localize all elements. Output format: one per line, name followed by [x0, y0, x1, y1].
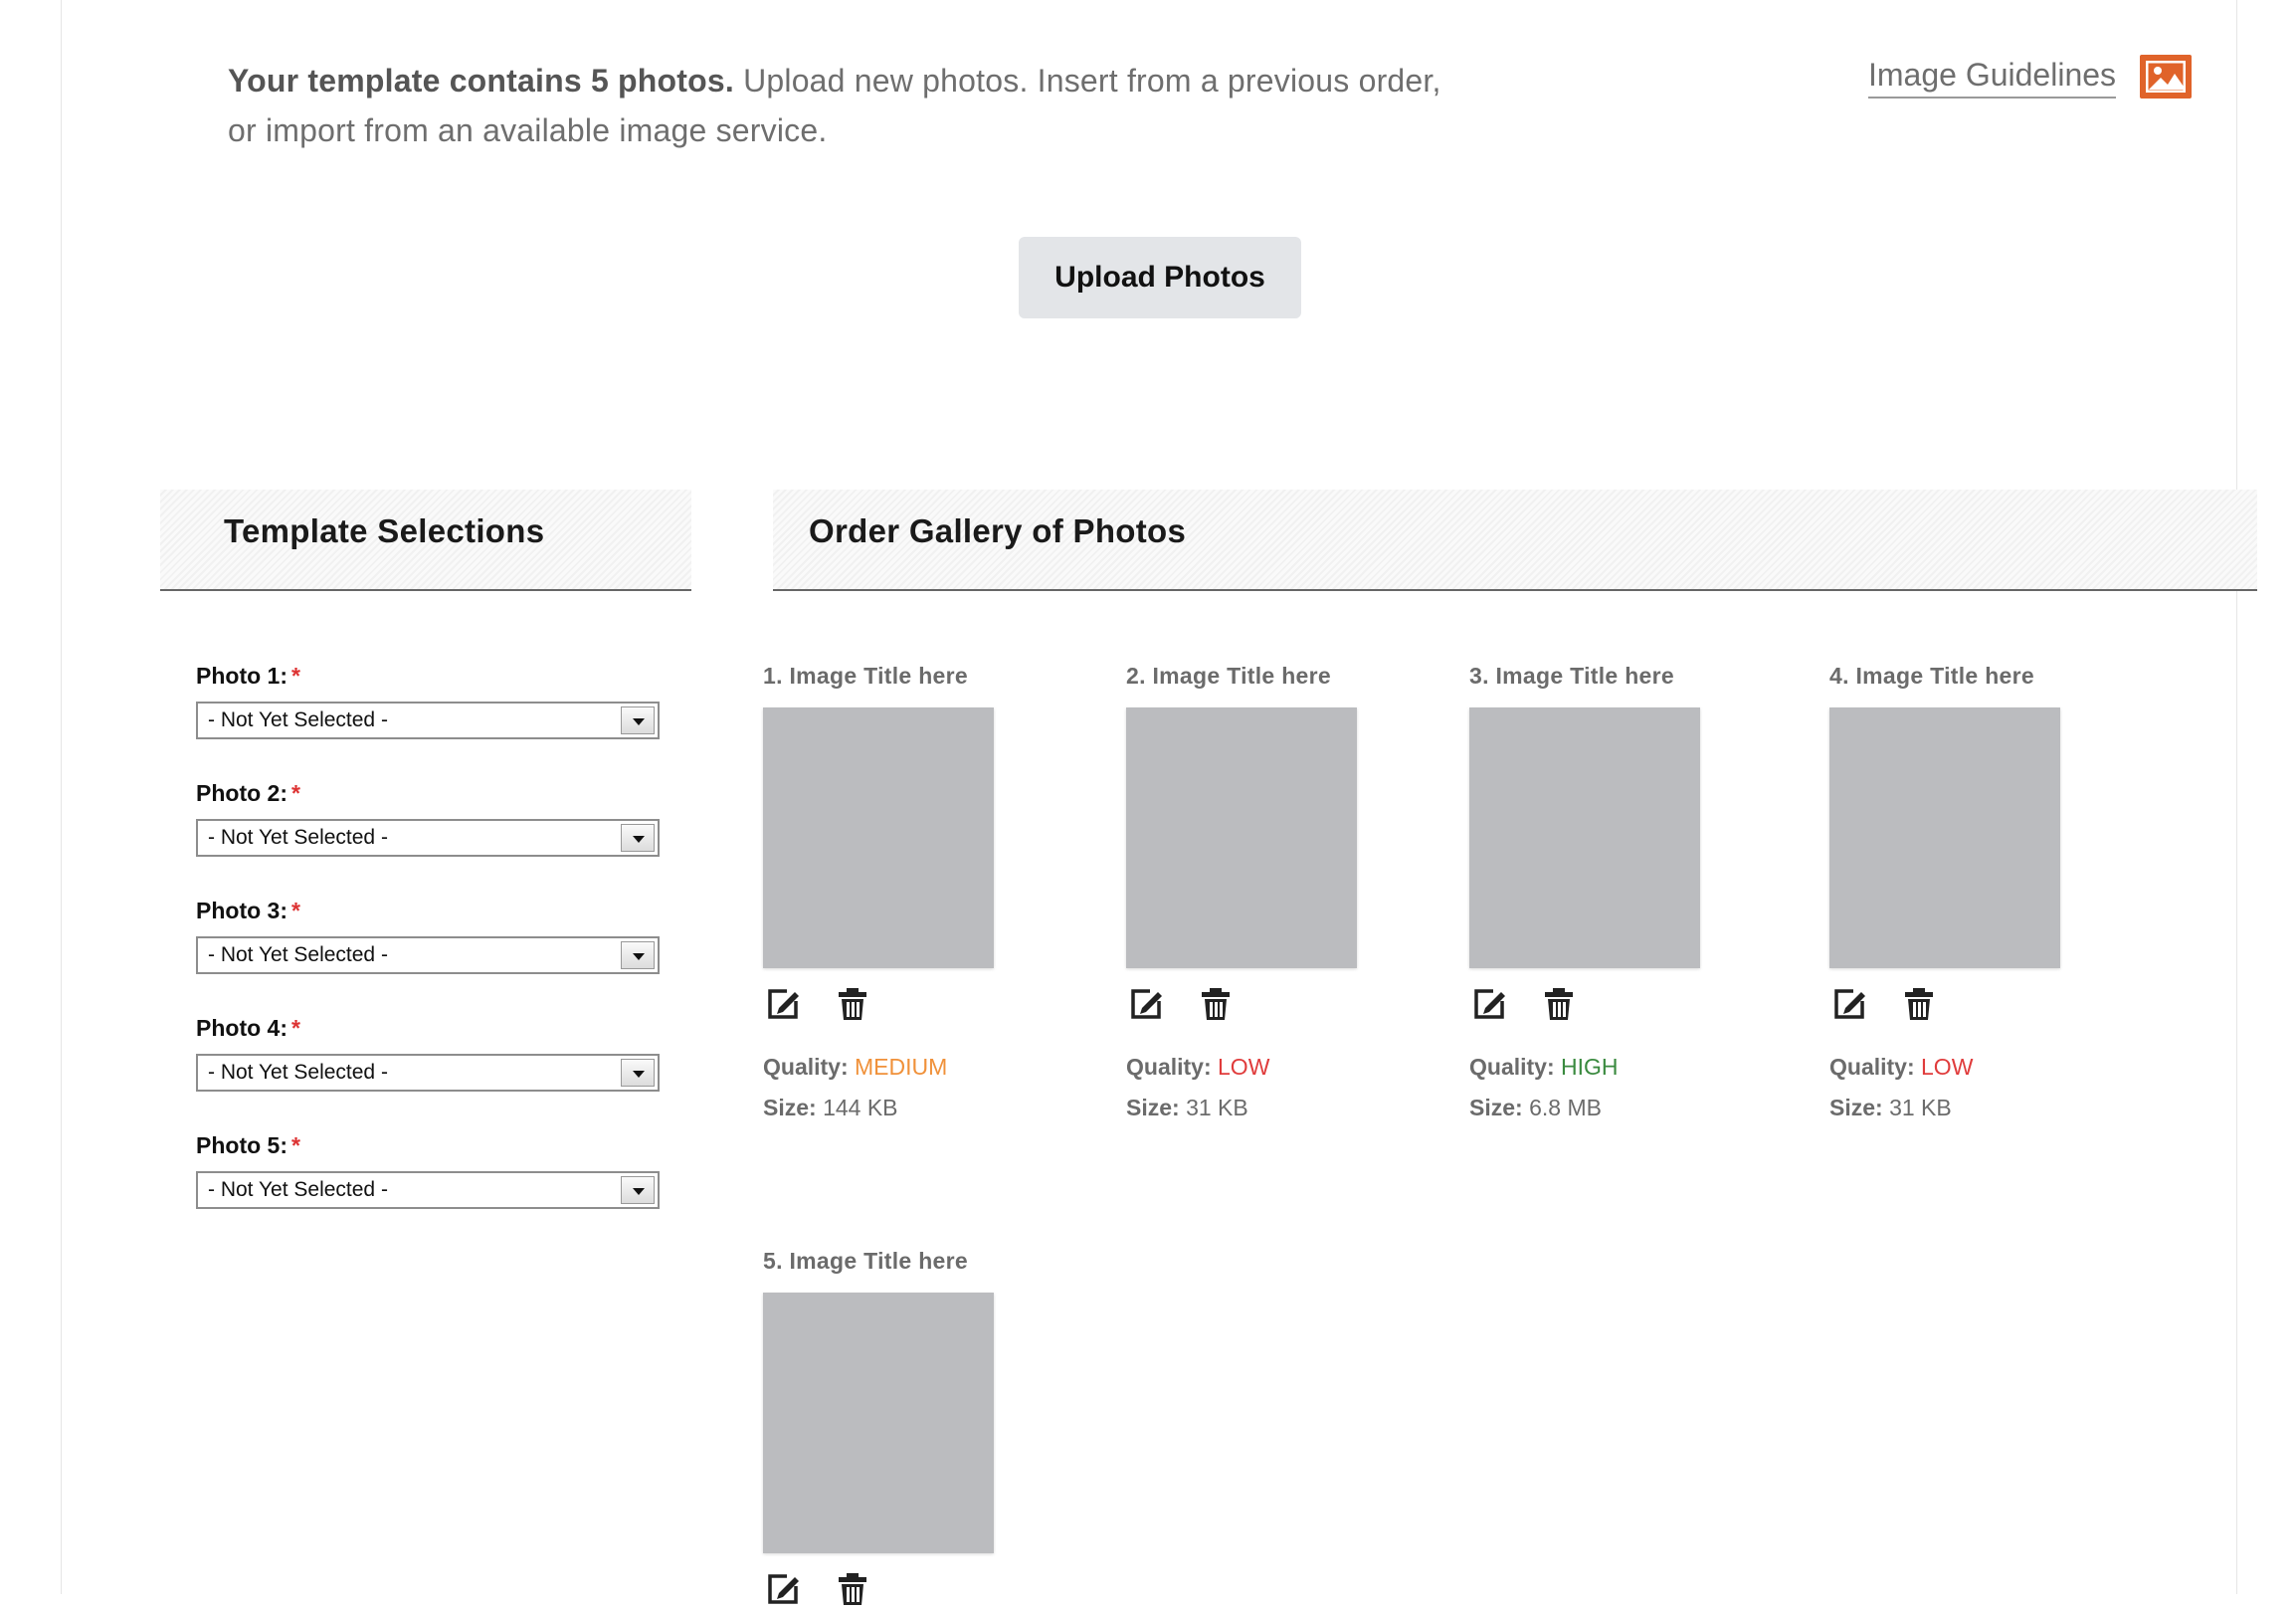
- trash-icon[interactable]: [1901, 986, 1937, 1022]
- photo-thumbnail[interactable]: [763, 1293, 994, 1553]
- photo-5-label: Photo 5: *: [196, 1132, 300, 1158]
- photo-4-label: Photo 4: *: [196, 1015, 300, 1041]
- intro-line2: or import from an available image servic…: [228, 112, 828, 148]
- photo-thumbnail[interactable]: [1469, 707, 1700, 968]
- upload-photos-button[interactable]: Upload Photos: [1019, 237, 1301, 318]
- chevron-down-icon[interactable]: [621, 1059, 655, 1087]
- intro-text: Your template contains 5 photos. Upload …: [228, 56, 1571, 155]
- trash-icon[interactable]: [835, 986, 870, 1022]
- edit-icon[interactable]: [1471, 986, 1507, 1022]
- photo-field-2: Photo 2: * - Not Yet Selected -: [196, 779, 660, 857]
- page-container: Your template contains 5 photos. Upload …: [61, 0, 2257, 1605]
- image-guidelines[interactable]: Image Guidelines: [1868, 55, 2193, 99]
- trash-icon[interactable]: [1541, 986, 1577, 1022]
- photo-field-5: Photo 5: * - Not Yet Selected -: [196, 1131, 660, 1209]
- photo-4-select[interactable]: - Not Yet Selected -: [196, 1054, 660, 1092]
- photo-2-label: Photo 2: *: [196, 780, 300, 806]
- photo-thumbnail[interactable]: [1829, 707, 2060, 968]
- gallery-item-2: 2. Image Title here Quality: LOW Size: 3…: [1126, 662, 1425, 1120]
- quality-info: Quality: LOW: [1829, 1054, 1974, 1080]
- gallery-item-title: 3. Image Title here: [1469, 663, 1674, 689]
- template-selections-title: Template Selections: [224, 512, 545, 549]
- gallery-item-title: 4. Image Title here: [1829, 663, 2034, 689]
- intro-line1: Upload new photos. Insert from a previou…: [733, 63, 1441, 99]
- edit-icon[interactable]: [1128, 986, 1164, 1022]
- quality-info: Quality: MEDIUM: [763, 1054, 948, 1080]
- size-info: Size: 6.8 MB: [1469, 1095, 1602, 1120]
- photo-5-select[interactable]: - Not Yet Selected -: [196, 1171, 660, 1209]
- quality-info: Quality: LOW: [1126, 1054, 1270, 1080]
- edit-icon[interactable]: [765, 986, 801, 1022]
- chevron-down-icon[interactable]: [621, 824, 655, 852]
- gallery-item-actions: [765, 986, 870, 1022]
- photo-2-select[interactable]: - Not Yet Selected -: [196, 819, 660, 857]
- intro-bold: Your template contains 5 photos.: [228, 63, 734, 99]
- template-selections-header: Template Selections: [160, 490, 691, 591]
- size-info: Size: 144 KB: [763, 1095, 898, 1120]
- image-guidelines-link[interactable]: Image Guidelines: [1868, 55, 2117, 99]
- gallery-item-5: 5. Image Title here: [763, 1247, 1061, 1605]
- size-info: Size: 31 KB: [1829, 1095, 1952, 1120]
- photo-3-label: Photo 3: *: [196, 898, 300, 923]
- photo-1-select[interactable]: - Not Yet Selected -: [196, 702, 660, 739]
- gallery-item-actions: [1831, 986, 1937, 1022]
- quality-info: Quality: HIGH: [1469, 1054, 1619, 1080]
- photo-field-4: Photo 4: * - Not Yet Selected -: [196, 1014, 660, 1092]
- photo-field-1: Photo 1: * - Not Yet Selected -: [196, 662, 660, 739]
- gallery-item-title: 2. Image Title here: [1126, 663, 1331, 689]
- chevron-down-icon[interactable]: [621, 941, 655, 969]
- photo-3-select[interactable]: - Not Yet Selected -: [196, 936, 660, 974]
- gallery-item-actions: [1128, 986, 1234, 1022]
- edit-icon[interactable]: [765, 1571, 801, 1607]
- trash-icon[interactable]: [835, 1571, 870, 1607]
- order-gallery-header: Order Gallery of Photos: [773, 490, 2257, 591]
- photo-thumbnail[interactable]: [763, 707, 994, 968]
- gallery-item-title: 1. Image Title here: [763, 663, 968, 689]
- size-info: Size: 31 KB: [1126, 1095, 1248, 1120]
- order-gallery-title: Order Gallery of Photos: [809, 512, 1187, 549]
- gallery-item-4: 4. Image Title here Quality: LOW Size: 3…: [1829, 662, 2128, 1120]
- gallery-item-actions: [765, 1571, 870, 1607]
- trash-icon[interactable]: [1198, 986, 1234, 1022]
- gallery-item-title: 5. Image Title here: [763, 1248, 968, 1274]
- photo-1-label: Photo 1: *: [196, 663, 300, 689]
- image-icon[interactable]: [2140, 55, 2193, 99]
- chevron-down-icon[interactable]: [621, 1176, 655, 1204]
- photo-field-3: Photo 3: * - Not Yet Selected -: [196, 897, 660, 974]
- gallery-item-actions: [1471, 986, 1577, 1022]
- edit-icon[interactable]: [1831, 986, 1867, 1022]
- chevron-down-icon[interactable]: [621, 706, 655, 734]
- photo-thumbnail[interactable]: [1126, 707, 1357, 968]
- gallery-item-1: 1. Image Title here Quality: MEDIUM Size…: [763, 662, 1061, 1120]
- gallery-item-3: 3. Image Title here Quality: HIGH Size: …: [1469, 662, 1768, 1120]
